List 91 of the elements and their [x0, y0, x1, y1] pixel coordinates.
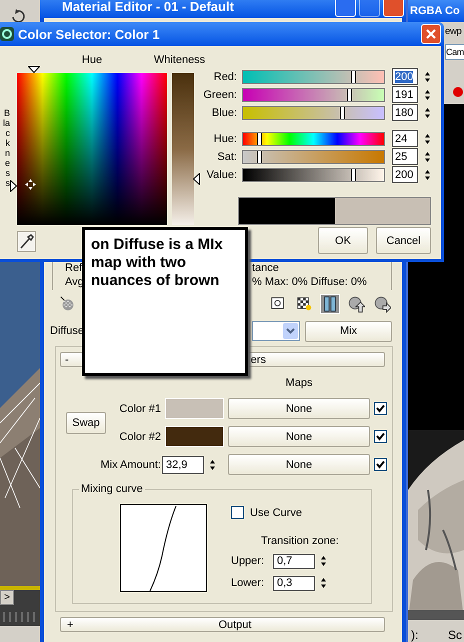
view-dropdown[interactable]: Cam [445, 44, 464, 60]
field-label: Mix Amount: [99, 458, 161, 470]
slider-thumb[interactable] [350, 70, 356, 82]
stat-label: tance [252, 262, 279, 274]
sphere-right-arrow-icon [373, 294, 391, 314]
sphere-up-arrow-icon [347, 294, 365, 314]
whiteness-bar[interactable] [172, 73, 194, 225]
checkbox[interactable] [374, 458, 387, 471]
map-button[interactable]: None [228, 454, 370, 475]
window-title: RGBA Co [408, 0, 464, 22]
swap-button[interactable]: Swap [66, 412, 106, 434]
number-field[interactable]: 180 [392, 104, 418, 121]
slider-track[interactable] [242, 106, 385, 120]
slider-label: Red: [214, 70, 237, 82]
triangle-marker[interactable] [193, 173, 200, 185]
slider-label: Sat: [217, 150, 237, 162]
ok-button[interactable]: OK [318, 227, 368, 254]
slider-thumb[interactable] [256, 132, 262, 144]
hue-spectrum[interactable] [17, 73, 167, 225]
column-heading: Maps [284, 377, 314, 391]
row-label: Blackness [3, 109, 10, 189]
toolbar-button[interactable] [372, 294, 392, 314]
slider-label: Hue: [214, 132, 237, 144]
map-button[interactable]: None [228, 398, 370, 419]
close-button[interactable] [383, 0, 404, 16]
circular-arrow-icon[interactable] [10, 8, 26, 24]
color-swatch[interactable] [165, 426, 224, 447]
close-button[interactable] [421, 24, 441, 44]
group-title: Mixing curve [79, 483, 145, 495]
minimize-button[interactable] [335, 0, 356, 16]
number-field[interactable]: 200 [392, 68, 418, 85]
window-title: Material Editor - 01 - Default [62, 0, 235, 14]
number-field[interactable]: 25 [392, 148, 418, 165]
record-icon[interactable] [453, 87, 463, 97]
slider-thumb[interactable] [350, 168, 356, 180]
number-field[interactable]: 24 [392, 130, 418, 147]
menu-item[interactable]: ewp [445, 22, 462, 42]
map-button[interactable]: None [228, 426, 370, 447]
twin-bars-icon [321, 294, 339, 314]
timeline-track[interactable] [0, 608, 40, 626]
slider-label: Value: [206, 168, 237, 180]
checkbox[interactable] [374, 430, 387, 443]
checkbox-label: Use Curve [250, 506, 302, 518]
check-icon [376, 460, 385, 469]
maximize-button[interactable] [359, 0, 380, 16]
app-icon [0, 27, 14, 41]
number-field[interactable]: 0,7 [273, 554, 315, 568]
field-label: Sc [448, 628, 462, 642]
toolbar-button[interactable] [346, 294, 366, 314]
number-field[interactable]: 0,3 [273, 576, 315, 590]
number-field[interactable]: 200 [392, 166, 418, 183]
close-icon [425, 28, 437, 40]
column-label: Whiteness [154, 54, 206, 66]
number-field[interactable]: 191 [392, 86, 418, 103]
map-type-button[interactable]: Mix [305, 320, 392, 342]
window-title: Color Selector: Color 1 [18, 26, 161, 42]
section-label: Transition zone: [261, 535, 339, 547]
chevron-down-icon [283, 323, 298, 339]
slider-track[interactable] [242, 132, 385, 146]
field-label: Lower: [231, 577, 266, 589]
color-swatch[interactable] [165, 398, 224, 419]
checkbox[interactable] [231, 506, 244, 519]
slider-label: Blue: [212, 106, 237, 118]
slider-thumb[interactable] [340, 106, 345, 118]
cancel-button[interactable]: Cancel [376, 227, 431, 254]
toolbar-button[interactable] [320, 294, 340, 314]
annotation-tooltip: on Diffuse is a MIx map with two nuances of brown [82, 227, 248, 376]
check-icon [376, 432, 385, 441]
color-label: Color #1 [118, 402, 161, 414]
eyedropper-icon[interactable] [17, 231, 36, 252]
number-field[interactable]: 32,9 [162, 456, 204, 474]
triangle-marker[interactable] [10, 180, 17, 192]
triangle-marker[interactable] [28, 66, 40, 73]
slider-thumb[interactable] [346, 88, 352, 100]
slider-thumb[interactable] [256, 150, 262, 162]
crosshair-icon [25, 179, 36, 190]
color-label: Color #2 [118, 430, 161, 442]
slider-label: Green: [203, 88, 237, 100]
check-icon [376, 404, 385, 413]
map-dropdown[interactable] [252, 321, 300, 341]
stat-label: Ref [65, 262, 82, 274]
field-label: ): [411, 628, 418, 642]
slider-track[interactable] [242, 70, 385, 84]
slider-track[interactable] [242, 168, 385, 182]
rollout-header[interactable]: + Output [60, 617, 385, 632]
checkbox[interactable] [374, 402, 387, 415]
slider-track[interactable] [242, 150, 385, 164]
stat-label: % Max: 0% Diffuse: 0% [252, 276, 367, 288]
timeline-button[interactable]: > [0, 590, 14, 605]
slider-track[interactable] [242, 88, 385, 102]
field-label: Upper: [231, 555, 266, 567]
